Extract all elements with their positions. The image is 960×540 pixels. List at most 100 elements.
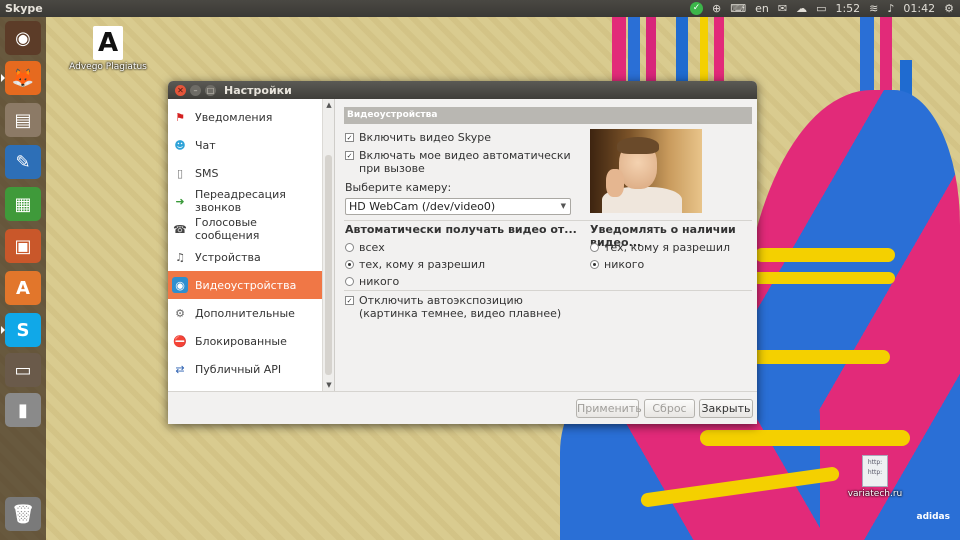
launcher-calc-icon[interactable]: ▦: [5, 187, 41, 221]
launcher-firefox-icon[interactable]: 🦊: [1, 61, 41, 95]
radio-option[interactable]: никого: [590, 258, 644, 271]
maximize-window-button[interactable]: □: [205, 84, 216, 96]
section-title: Видеоустройства: [344, 107, 752, 124]
chat-icon: ☻: [174, 138, 186, 152]
checkbox-label-line: при вызове: [359, 162, 425, 175]
desktop-icon-label: variatech.ru: [847, 489, 903, 499]
phone-icon: ▯: [176, 166, 184, 180]
settings-window: ✕ – □ Настройки ▲ ▼ ⚑ Уведомления ☻ Чат ▯ SMS…: [168, 81, 757, 424]
wifi-icon[interactable]: ≋: [869, 0, 878, 17]
sidebar-item-label: Уведомления: [195, 110, 273, 124]
sidebar-item[interactable]: ➜ Переадресация звонков: [168, 187, 322, 215]
radio-button[interactable]: [345, 260, 354, 269]
skype-status-icon[interactable]: ✓: [689, 2, 703, 15]
checkbox-label: Включать мое видео автоматически при выз…: [359, 149, 571, 175]
sidebar-item-label: Публичный API: [195, 362, 282, 376]
sidebar-item-label: Чат: [195, 138, 216, 152]
sidebar-item[interactable]: ⚙ Дополнительные: [168, 299, 322, 327]
launcher-usb-drive-icon[interactable]: ▮: [5, 393, 41, 427]
power-gear-icon[interactable]: ⚙: [944, 0, 954, 17]
camera-select-value: HD WebCam (/dev/video0): [349, 200, 496, 213]
sidebar-item-label: SMS: [195, 166, 219, 180]
updates-icon[interactable]: ⊕: [712, 0, 721, 17]
sidebar-item[interactable]: ▯ SMS: [168, 159, 322, 187]
sidebar-item[interactable]: ⛔ Блокированные: [168, 327, 322, 355]
dropbox-icon[interactable]: ☁: [796, 0, 807, 17]
sidebar-item-label: Видеоустройства: [195, 278, 297, 292]
radio-label: тех, кому я разрешил: [604, 241, 731, 254]
launcher-writer-icon[interactable]: ✎: [5, 145, 41, 179]
launcher-ubuntu-dash-icon[interactable]: ◉: [5, 21, 41, 55]
mail-icon[interactable]: ✉: [778, 0, 787, 17]
sidebar-item[interactable]: ⇄ Публичный API: [168, 355, 322, 383]
running-indicator: [1, 326, 5, 334]
scroll-thumb[interactable]: [325, 155, 332, 375]
radio-button[interactable]: [345, 243, 354, 252]
launcher-trash-icon[interactable]: 🗑: [5, 497, 41, 531]
auto-start-video-checkbox[interactable]: ✓ Включать мое видео автоматически при в…: [345, 149, 571, 175]
desktop-icon-advego[interactable]: A Advego Plagiatus: [64, 26, 152, 72]
keyboard-icon[interactable]: ⌨: [730, 0, 746, 17]
battery-icon[interactable]: ▭: [816, 0, 826, 17]
sidebar-item[interactable]: ☎ Голосовые сообщения: [168, 215, 322, 243]
window-titlebar[interactable]: ✕ – □ Настройки: [168, 81, 757, 99]
radio-option[interactable]: тех, кому я разрешил: [345, 258, 485, 271]
radio-option[interactable]: всех: [345, 241, 385, 254]
radio-button[interactable]: [590, 260, 599, 269]
sidebar-item[interactable]: ☻ Чат: [168, 131, 322, 159]
sidebar-item[interactable]: ⚑ Уведомления: [168, 103, 322, 131]
battery-time[interactable]: 1:52: [835, 2, 860, 15]
wallpaper-yellow-band: [755, 248, 895, 262]
file-icon-line: http:: [867, 459, 883, 466]
radio-label: никого: [604, 258, 645, 271]
radio-option[interactable]: никого: [345, 275, 399, 288]
scroll-down-icon[interactable]: ▼: [323, 379, 335, 391]
top-panel: Skype ✓ ⊕ ⌨ en ✉ ☁ ▭ 1:52 ≋ ♪ 01:42 ⚙: [0, 0, 960, 17]
close-window-button[interactable]: ✕: [175, 84, 186, 96]
checkbox-label: Включить видео Skype: [359, 131, 491, 144]
dropdown-arrow-icon[interactable]: ▼: [561, 199, 566, 214]
sidebar-item-label: Устройства: [195, 250, 261, 264]
minimize-window-button[interactable]: –: [190, 84, 201, 96]
launcher-software-center-icon[interactable]: A: [5, 271, 41, 305]
sidebar-item[interactable]: ♫ Устройства: [168, 243, 322, 271]
webcam-icon: ◉: [172, 277, 188, 293]
checkbox-label-line: Отключить автоэкспозицию: [359, 294, 523, 307]
sidebar-item[interactable]: ◉ Видеоустройства: [168, 271, 322, 299]
reset-button[interactable]: Сброс: [644, 399, 695, 418]
launcher-workspaces-icon[interactable]: ▭: [5, 353, 41, 387]
checkbox-box[interactable]: ✓: [345, 151, 354, 160]
radio-button[interactable]: [590, 243, 599, 252]
file-icon-line: http:: [867, 469, 883, 476]
forward-call-icon: ➜: [175, 194, 185, 208]
camera-label: Выберите камеру:: [345, 181, 452, 194]
launcher-files-icon[interactable]: ▤: [5, 103, 41, 137]
checkbox-box[interactable]: ✓: [345, 133, 354, 142]
desktop-icon-variatech[interactable]: http: http: variatech.ru: [840, 455, 910, 499]
sidebar-scrollbar[interactable]: ▲ ▼: [322, 99, 334, 391]
camera-select[interactable]: HD WebCam (/dev/video0) ▼: [345, 198, 571, 215]
gear-icon: ⚙: [175, 306, 185, 320]
keyboard-layout[interactable]: en: [755, 2, 769, 15]
checkbox-box[interactable]: ✓: [345, 296, 354, 305]
volume-icon[interactable]: ♪: [887, 0, 894, 17]
radio-label: всех: [359, 241, 385, 254]
apply-button[interactable]: Применить: [576, 399, 642, 418]
launcher-skype-icon[interactable]: S: [1, 313, 41, 347]
scroll-up-icon[interactable]: ▲: [323, 99, 335, 111]
clock[interactable]: 01:42: [903, 2, 935, 15]
divider: [344, 220, 752, 221]
close-button[interactable]: Закрыть: [699, 399, 753, 418]
wallpaper-logo: adidas: [916, 512, 950, 522]
flag-icon: ⚑: [175, 110, 185, 124]
radio-option[interactable]: тех, кому я разрешил: [590, 241, 730, 254]
preview-person-hand: [606, 169, 624, 197]
divider: [344, 290, 752, 291]
disable-auto-exposure-checkbox[interactable]: ✓ Отключить автоэкспозицию (картинка тем…: [345, 294, 561, 320]
launcher-impress-icon[interactable]: ▣: [5, 229, 41, 263]
sidebar-item-label: Блокированные: [195, 334, 287, 348]
radio-button[interactable]: [345, 277, 354, 286]
voicemail-icon: ☎: [173, 222, 187, 236]
wallpaper-yellow-band: [745, 272, 895, 284]
enable-video-checkbox[interactable]: ✓ Включить видео Skype: [345, 131, 491, 144]
